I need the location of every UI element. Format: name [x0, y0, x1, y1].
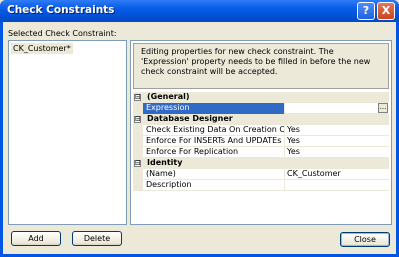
property-value[interactable]: Yes: [284, 147, 389, 158]
category-general[interactable]: ⊟ (General): [133, 92, 389, 103]
selected-constraint-label: Selected Check Constraint:: [8, 29, 117, 38]
category-identity[interactable]: ⊟ Identity: [133, 158, 389, 169]
window-title: Check Constraints: [7, 4, 115, 16]
property-grid: ⊟ (General) Expression ... ⊟ Database De…: [133, 92, 389, 191]
description-text: Editing properties for new check constra…: [133, 43, 389, 89]
property-value[interactable]: [284, 180, 389, 191]
property-row-description[interactable]: Description: [133, 180, 389, 191]
property-name: Expression: [143, 103, 284, 114]
property-value[interactable]: Yes: [284, 136, 389, 147]
property-name: Enforce For INSERTs And UPDATEs: [146, 136, 282, 145]
property-name: Check Existing Data On Creation Or Re-E: [146, 125, 284, 134]
properties-pane: Editing properties for new check constra…: [130, 40, 392, 225]
property-name: (Name): [146, 169, 176, 178]
title-bar[interactable]: Check Constraints ? X: [0, 0, 399, 22]
property-row-name[interactable]: (Name) CK_Customer: [133, 169, 389, 180]
constraint-list-item[interactable]: CK_Customer*: [11, 43, 73, 54]
category-label: Identity: [147, 158, 183, 167]
collapse-icon[interactable]: ⊟: [134, 94, 141, 101]
check-constraints-dialog: Check Constraints ? X Selected Check Con…: [0, 0, 399, 257]
category-label: Database Designer: [147, 114, 233, 123]
category-label: (General): [147, 92, 190, 101]
property-row-expression[interactable]: Expression ...: [133, 103, 389, 114]
property-row-enforce-inserts-updates[interactable]: Enforce For INSERTs And UPDATEs Yes: [133, 136, 389, 147]
constraint-list[interactable]: CK_Customer*: [8, 40, 127, 225]
property-row-check-existing-data[interactable]: Check Existing Data On Creation Or Re-E …: [133, 125, 389, 136]
collapse-icon[interactable]: ⊟: [134, 116, 141, 123]
help-button[interactable]: ?: [357, 2, 375, 20]
close-window-button[interactable]: X: [377, 2, 395, 20]
property-name: Enforce For Replication: [146, 147, 239, 156]
close-button[interactable]: Close: [340, 232, 390, 247]
property-row-enforce-replication[interactable]: Enforce For Replication Yes: [133, 147, 389, 158]
dialog-body: Selected Check Constraint: CK_Customer* …: [3, 22, 396, 254]
property-value[interactable]: Yes: [284, 125, 389, 136]
ellipsis-button[interactable]: ...: [378, 103, 388, 113]
collapse-icon[interactable]: ⊟: [134, 160, 141, 167]
add-button[interactable]: Add: [11, 231, 61, 246]
expression-value-field[interactable]: [284, 103, 389, 114]
category-database-designer[interactable]: ⊟ Database Designer: [133, 114, 389, 125]
property-value[interactable]: CK_Customer: [284, 169, 389, 180]
property-name: Description: [146, 180, 192, 189]
delete-button[interactable]: Delete: [72, 231, 122, 246]
